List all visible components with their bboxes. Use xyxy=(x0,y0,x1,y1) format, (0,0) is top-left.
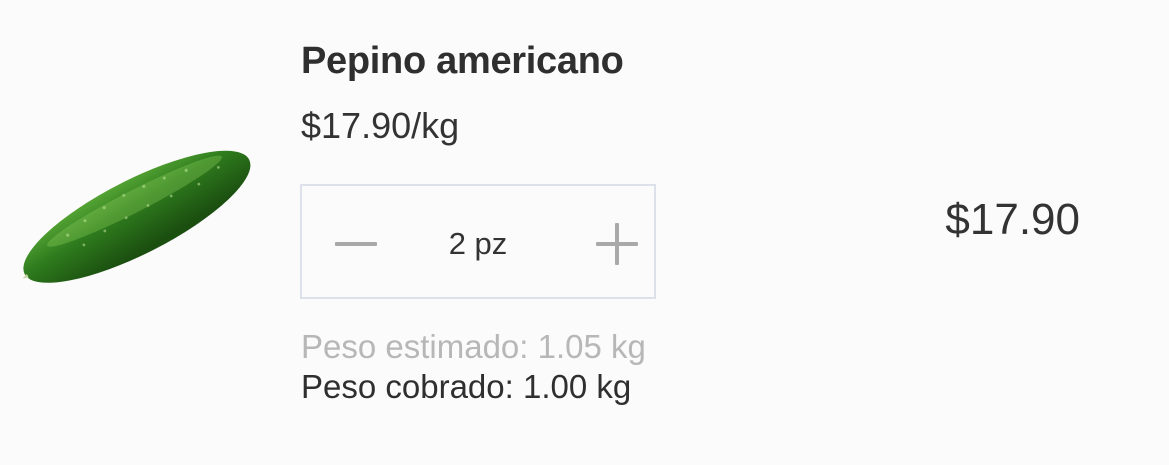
cucumber-image xyxy=(22,150,251,283)
unit-price: $17.90/kg xyxy=(301,105,460,146)
plus-icon-vertical xyxy=(615,223,619,265)
line-total-price: $17.90 xyxy=(945,195,1080,244)
estimated-weight: Peso estimado: 1.05 kg xyxy=(301,328,646,365)
charged-weight: Peso cobrado: 1.00 kg xyxy=(301,368,632,405)
decrement-button[interactable] xyxy=(302,186,402,297)
quantity-value: 2 pz xyxy=(448,226,508,261)
quantity-stepper: 2 pz xyxy=(300,184,656,299)
minus-icon xyxy=(335,242,377,246)
product-name: Pepino americano xyxy=(301,40,624,82)
cart-item: Pepino americano $17.90/kg 2 pz Peso est… xyxy=(0,0,1169,465)
increment-button[interactable] xyxy=(554,186,654,297)
